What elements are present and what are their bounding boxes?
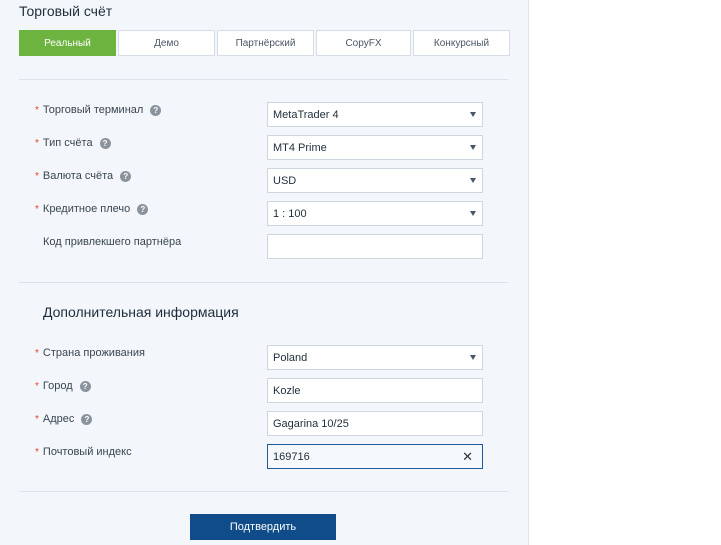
required-marker: * <box>35 413 39 425</box>
country-select-value: Poland <box>273 351 308 364</box>
chevron-down-icon <box>470 145 476 150</box>
address-input-value: Gagarina 10/25 <box>273 417 349 430</box>
required-marker: * <box>35 104 39 116</box>
leverage-label-text: Кредитное плечо <box>42 203 131 215</box>
currency-label-text: Валюта счёта <box>42 170 114 182</box>
city-input[interactable]: Kozle <box>267 378 483 403</box>
account-type-tabs: Реальный Демо Партнёрский CopyFX Конкурс… <box>19 30 512 56</box>
tab-demo[interactable]: Демо <box>118 30 215 56</box>
country-label: * Страна проживания <box>35 345 145 361</box>
postcode-label-text: Почтовый индекс <box>42 446 132 458</box>
required-marker: * <box>35 203 39 215</box>
city-label-text: Город <box>42 380 73 392</box>
help-icon[interactable]: ? <box>79 380 91 392</box>
partner-code-label: Код привлекшего партнёра <box>43 234 181 250</box>
leverage-select-value: 1 : 100 <box>273 207 307 220</box>
terminal-label: * Торговый терминал ? <box>35 102 162 118</box>
currency-select-value: USD <box>273 174 297 187</box>
tab-real[interactable]: Реальный <box>19 30 116 56</box>
required-marker: * <box>35 446 39 458</box>
additional-info-heading: Дополнительная информация <box>43 304 239 320</box>
divider <box>19 282 508 283</box>
leverage-select[interactable]: 1 : 100 <box>267 201 483 226</box>
terminal-label-text: Торговый терминал <box>42 104 144 116</box>
divider <box>19 491 508 492</box>
partner-code-label-text: Код привлекшего партнёра <box>43 236 182 248</box>
help-icon[interactable]: ? <box>99 137 111 149</box>
country-select[interactable]: Poland <box>267 345 483 370</box>
account-type-select-value: MT4 Prime <box>273 141 327 154</box>
account-type-label: * Тип счёта ? <box>35 135 111 151</box>
chevron-down-icon <box>470 112 476 117</box>
currency-select[interactable]: USD <box>267 168 483 193</box>
help-icon[interactable]: ? <box>120 170 132 182</box>
confirm-button[interactable]: Подтвердить <box>190 514 336 540</box>
address-label-text: Адрес <box>42 413 75 425</box>
required-marker: * <box>35 137 39 149</box>
required-marker: * <box>35 170 39 182</box>
address-input[interactable]: Gagarina 10/25 <box>267 411 483 436</box>
account-type-label-text: Тип счёта <box>42 137 93 149</box>
tab-copyfx[interactable]: CopyFX <box>316 30 411 56</box>
tab-partner[interactable]: Партнёрский <box>217 30 314 56</box>
page-title: Торговый счёт <box>19 3 113 19</box>
chevron-down-icon <box>470 211 476 216</box>
help-icon[interactable]: ? <box>137 203 149 215</box>
leverage-label: * Кредитное плечо ? <box>35 201 149 217</box>
account-form-panel: Торговый счёт Реальный Демо Партнёрский … <box>0 0 529 545</box>
help-icon[interactable]: ? <box>81 413 93 425</box>
terminal-select[interactable]: MetaTrader 4 <box>267 102 483 127</box>
country-label-text: Страна проживания <box>42 347 145 359</box>
close-icon[interactable]: ✕ <box>462 449 473 465</box>
terminal-select-value: MetaTrader 4 <box>273 108 339 121</box>
chevron-down-icon <box>470 178 476 183</box>
postcode-input[interactable]: 169716 ✕ <box>267 444 483 469</box>
help-icon[interactable]: ? <box>150 104 162 116</box>
required-marker: * <box>35 347 39 359</box>
chevron-down-icon <box>470 355 476 360</box>
account-type-select[interactable]: MT4 Prime <box>267 135 483 160</box>
tab-contest[interactable]: Конкурсный <box>413 30 510 56</box>
postcode-label: * Почтовый индекс <box>35 444 132 460</box>
postcode-input-value: 169716 <box>273 450 310 463</box>
required-marker: * <box>35 380 39 392</box>
address-label: * Адрес ? <box>35 411 93 427</box>
divider <box>19 79 508 80</box>
city-input-value: Kozle <box>273 384 301 397</box>
currency-label: * Валюта счёта ? <box>35 168 132 184</box>
city-label: * Город ? <box>35 378 91 394</box>
partner-code-input[interactable] <box>267 234 483 259</box>
